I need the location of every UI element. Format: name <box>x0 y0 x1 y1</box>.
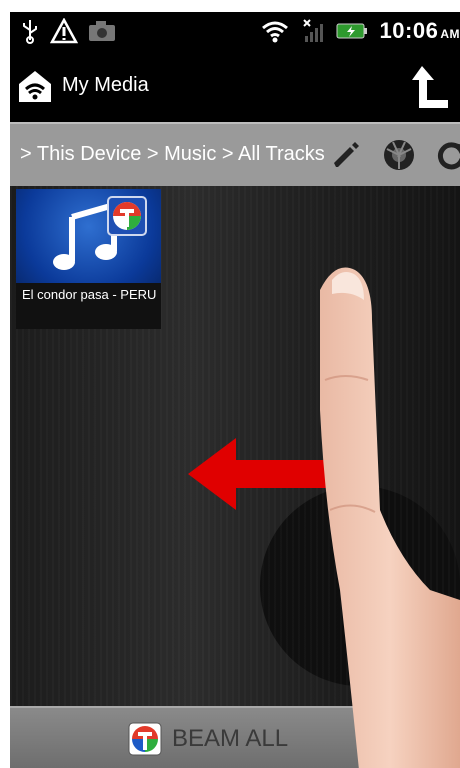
beam-icon[interactable] <box>382 138 416 172</box>
page-title: My Media <box>62 74 149 96</box>
home-button[interactable] <box>16 68 54 108</box>
media-tile-title: El condor pasa - PERU <box>16 283 161 329</box>
wifi-icon <box>261 21 288 43</box>
status-right-icons: 10:06 AM <box>260 18 460 44</box>
media-tile-artwork <box>16 189 161 283</box>
media-grid: El condor pasa - PERU <box>10 186 460 768</box>
beam-logo-icon <box>128 722 162 756</box>
home-wifi-icon <box>19 71 51 102</box>
clock-time: 10:06 <box>379 18 439 43</box>
up-button[interactable] <box>410 64 450 114</box>
app-header: My Media <box>10 52 460 122</box>
refresh-icon[interactable] <box>436 139 460 171</box>
status-time: 10:06 AM <box>380 18 460 44</box>
camera-icon <box>89 21 115 41</box>
status-bar: 10:06 AM <box>10 12 460 52</box>
usb-icon <box>23 20 37 44</box>
status-left-icons <box>20 18 116 44</box>
finger-icon <box>320 267 460 768</box>
breadcrumb-bar: > This Device > Music > All Tracks <box>10 122 460 188</box>
breadcrumb-actions <box>330 138 460 172</box>
signal-icon <box>302 19 323 42</box>
edit-icon[interactable] <box>330 139 362 171</box>
breadcrumb[interactable]: > This Device > Music > All Tracks <box>20 143 325 166</box>
music-notes-icon <box>53 196 147 270</box>
battery-icon <box>336 23 367 39</box>
phone-screen: 10:06 AM My Media > This Device > Music >… <box>10 12 460 768</box>
clock-ampm: AM <box>440 27 460 41</box>
media-tile[interactable]: El condor pasa - PERU <box>16 189 161 329</box>
up-arrow-icon <box>412 66 448 108</box>
beam-all-button[interactable]: BEAM ALL <box>128 722 288 756</box>
warning-icon <box>50 18 78 44</box>
beam-all-label: BEAM ALL <box>172 725 289 752</box>
